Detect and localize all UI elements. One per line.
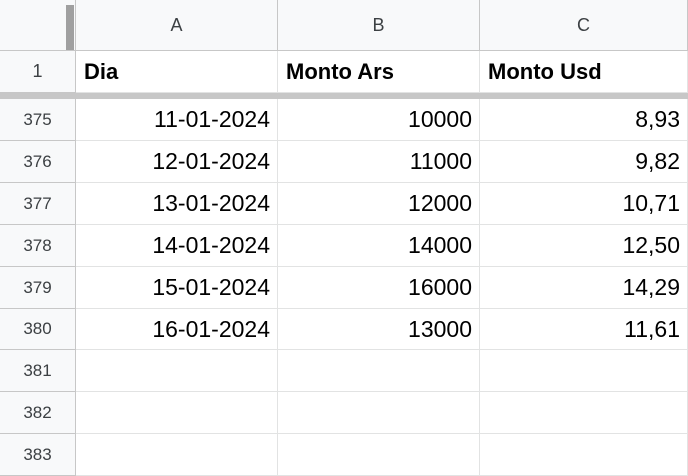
row-header[interactable]: 378 [0, 225, 76, 267]
table-cell[interactable] [76, 350, 278, 392]
table-cell[interactable] [76, 434, 278, 476]
row-header-1[interactable]: 1 [0, 51, 76, 93]
table-cell[interactable] [480, 392, 688, 434]
select-all-corner[interactable] [0, 0, 76, 51]
row-header[interactable]: 381 [0, 350, 76, 392]
table-cell[interactable]: 14-01-2024 [76, 225, 278, 267]
row-header[interactable]: 383 [0, 434, 76, 476]
row-header[interactable]: 375 [0, 99, 76, 141]
table-cell[interactable] [76, 392, 278, 434]
table-cell[interactable]: 12-01-2024 [76, 141, 278, 183]
column-header-a[interactable]: A [76, 0, 278, 51]
header-cell-monto-usd[interactable]: Monto Usd [480, 51, 688, 93]
freeze-handle[interactable] [66, 5, 74, 50]
table-cell[interactable] [278, 434, 480, 476]
table-cell[interactable]: 16000 [278, 267, 480, 309]
header-cell-dia[interactable]: Dia [76, 51, 278, 93]
table-cell[interactable]: 13-01-2024 [76, 183, 278, 225]
table-cell[interactable]: 11-01-2024 [76, 99, 278, 141]
table-cell[interactable]: 11000 [278, 141, 480, 183]
table-cell[interactable]: 8,93 [480, 99, 688, 141]
spreadsheet-grid: A B C 1 Dia Monto Ars Monto Usd 375 11-01… [0, 0, 688, 476]
row-header[interactable]: 379 [0, 267, 76, 309]
table-cell[interactable]: 12000 [278, 183, 480, 225]
row-header[interactable]: 382 [0, 392, 76, 434]
table-cell[interactable]: 9,82 [480, 141, 688, 183]
table-cell[interactable]: 15-01-2024 [76, 267, 278, 309]
column-header-c[interactable]: C [480, 0, 688, 51]
column-header-b[interactable]: B [278, 0, 480, 51]
table-cell[interactable] [480, 350, 688, 392]
row-header[interactable]: 376 [0, 141, 76, 183]
table-cell[interactable] [278, 350, 480, 392]
table-cell[interactable]: 13000 [278, 309, 480, 350]
table-cell[interactable]: 10000 [278, 99, 480, 141]
header-cell-monto-ars[interactable]: Monto Ars [278, 51, 480, 93]
table-cell[interactable]: 16-01-2024 [76, 309, 278, 350]
row-header[interactable]: 377 [0, 183, 76, 225]
table-cell[interactable]: 11,61 [480, 309, 688, 350]
table-cell[interactable]: 10,71 [480, 183, 688, 225]
table-cell[interactable] [278, 392, 480, 434]
table-cell[interactable] [480, 434, 688, 476]
table-cell[interactable]: 14,29 [480, 267, 688, 309]
table-cell[interactable]: 12,50 [480, 225, 688, 267]
table-cell[interactable]: 14000 [278, 225, 480, 267]
row-header[interactable]: 380 [0, 309, 76, 350]
